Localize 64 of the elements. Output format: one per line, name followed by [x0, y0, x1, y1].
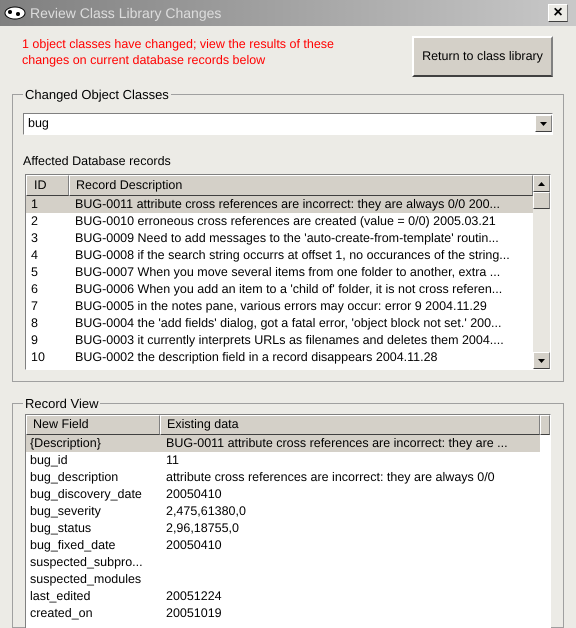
id-cell-text: 7 — [30, 298, 39, 316]
up-arrow-icon — [538, 182, 545, 186]
down-arrow-icon — [540, 122, 547, 126]
field-row[interactable]: bug_id 11 — [26, 452, 540, 468]
field-row[interactable]: {Description} BUG-0011 attribute cross references are incorrect: they are ... — [26, 434, 540, 452]
id-cell-text: 5 — [30, 264, 39, 282]
group-title: Changed Object Classes — [24, 86, 170, 104]
dropdown-value: bug — [27, 115, 50, 132]
return-button[interactable]: Return to class library — [412, 36, 553, 77]
description-cell-text: BUG-0007 When you move several items from one folder to another, extra ... — [74, 264, 500, 282]
id-cell-text: 9 — [30, 332, 39, 350]
description-cell-text: BUG-0004 the 'add fields' dialog, got a fatal error, 'object block not set.' 200... — [74, 315, 502, 332]
id-cell-text: 3 — [30, 230, 39, 248]
field-name-cell-text: bug_description — [29, 468, 120, 486]
field-value-cell-text: 2,475,61380,0 — [165, 502, 246, 520]
scroll-down-button[interactable] — [533, 352, 550, 370]
field-name-cell-text: bug_discovery_date — [29, 486, 143, 503]
down-arrow-icon — [538, 358, 545, 363]
class-dropdown[interactable]: bug — [23, 112, 553, 134]
description-cell-text: BUG-0008 if the search string occurrs at offset 1, no occurances of the string... — [74, 247, 510, 264]
id-cell-text: 4 — [30, 247, 39, 264]
id-cell-text: 1 — [30, 196, 39, 214]
field-name-cell-text: created_on — [29, 604, 94, 622]
field-name-cell-text: bug_id — [29, 452, 69, 469]
field-name-cell-text: suspected_subpro... — [29, 554, 144, 571]
scroll-up-button[interactable] — [533, 175, 550, 192]
field-value-cell-text: 11 — [165, 452, 179, 469]
record-row[interactable]: 1 BUG-0011 attribute cross references are incorrect: they are always 0/0 200... — [26, 196, 533, 214]
change-message: 1 object classes have changed; view the results of these changes on current database records below — [22, 36, 335, 69]
field-name-cell-text: bug_severity — [29, 502, 102, 520]
id-cell-text: 6 — [30, 281, 39, 298]
field-value-cell-text: 20050410 — [165, 536, 222, 554]
column-header[interactable]: Record Description — [69, 175, 533, 196]
description-cell-text: BUG-0009 Need to add messages to the 'auto-create-from-template' routin... — [74, 230, 499, 248]
description-cell-text: BUG-0003 it currently interprets URLs as filenames and deletes them 2004.... — [74, 332, 504, 350]
description-cell-text: BUG-0005 in the notes pane, various errors may occur: error 9 2004.11.29 — [74, 298, 487, 316]
group-title: Record View — [24, 395, 100, 413]
field-value-cell-text: 20050410 — [165, 486, 222, 503]
field-value-cell-text: BUG-0011 attribute cross references are incorrect: they are ... — [165, 434, 508, 452]
id-cell-text: 2 — [30, 213, 39, 230]
scroll-thumb[interactable] — [533, 192, 550, 210]
field-value-cell-text: 20051224 — [165, 588, 222, 605]
description-cell-text: BUG-0002 the description field in a record disappears 2004.11.28 — [74, 349, 438, 366]
field-name-cell-text: suspected_modules — [29, 570, 142, 588]
field-name-cell-text: bug_status — [29, 520, 92, 537]
description-cell-text: BUG-0010 erroneous cross references are created (value = 0/0) 2005.03.21 — [74, 213, 496, 230]
column-header[interactable]: New Field — [26, 414, 160, 434]
close-button[interactable]: × — [548, 4, 568, 22]
field-value-cell-text: 2,96,18755,0 — [165, 520, 239, 537]
field-name-cell-text: last_edited — [29, 588, 92, 605]
dropdown-arrow-button[interactable] — [535, 115, 552, 132]
field-name-cell-text: {Description} — [29, 434, 102, 452]
column-header[interactable]: Existing data — [160, 414, 540, 434]
field-value-cell-text: 20051019 — [165, 604, 222, 622]
field-value-cell-text: attribute cross references are incorrect: they are always 0/0 — [165, 468, 495, 486]
description-cell-text: BUG-0006 When you add an item to a 'child of' folder, it is not cross referen... — [74, 281, 502, 298]
field-name-cell-text: bug_fixed_date — [29, 536, 116, 554]
app-logo-icon — [4, 6, 26, 20]
id-cell-text: 8 — [30, 315, 39, 332]
column-header[interactable]: ID — [26, 175, 69, 196]
records-label: Affected Database records — [23, 152, 172, 170]
window-title: Review Class Library Changes — [30, 4, 222, 23]
id-cell-text: 10 — [30, 349, 46, 366]
description-cell-text: BUG-0011 attribute cross references are incorrect: they are always 0/0 200... — [74, 196, 500, 214]
